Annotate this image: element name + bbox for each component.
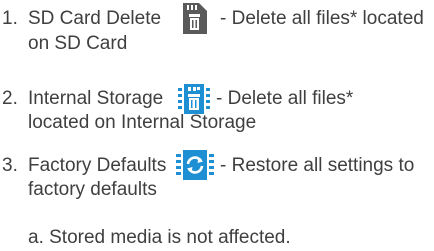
item-description-line-2: factory defaults [28, 179, 157, 200]
item-number: 1. [2, 8, 18, 29]
item-label: SD Card Delete [28, 8, 162, 29]
item-label: Internal Storage [28, 88, 164, 109]
sd-card-delete-icon [180, 2, 208, 35]
note-text: a. Stored media is not affected. [28, 227, 291, 248]
factory-defaults-icon [176, 149, 214, 181]
item-description-line-1: - Restore all settings to [220, 155, 415, 176]
item-number: 2. [2, 88, 18, 109]
item-label: Factory Defaults [28, 155, 167, 176]
item-description-line-2: on SD Card [28, 33, 128, 54]
item-description-line-1: - Delete all files* [216, 88, 354, 109]
item-description-line-1: - Delete all files* located [220, 8, 424, 29]
item-description-line-2: located on Internal Storage [28, 112, 257, 133]
item-number: 3. [2, 155, 18, 176]
